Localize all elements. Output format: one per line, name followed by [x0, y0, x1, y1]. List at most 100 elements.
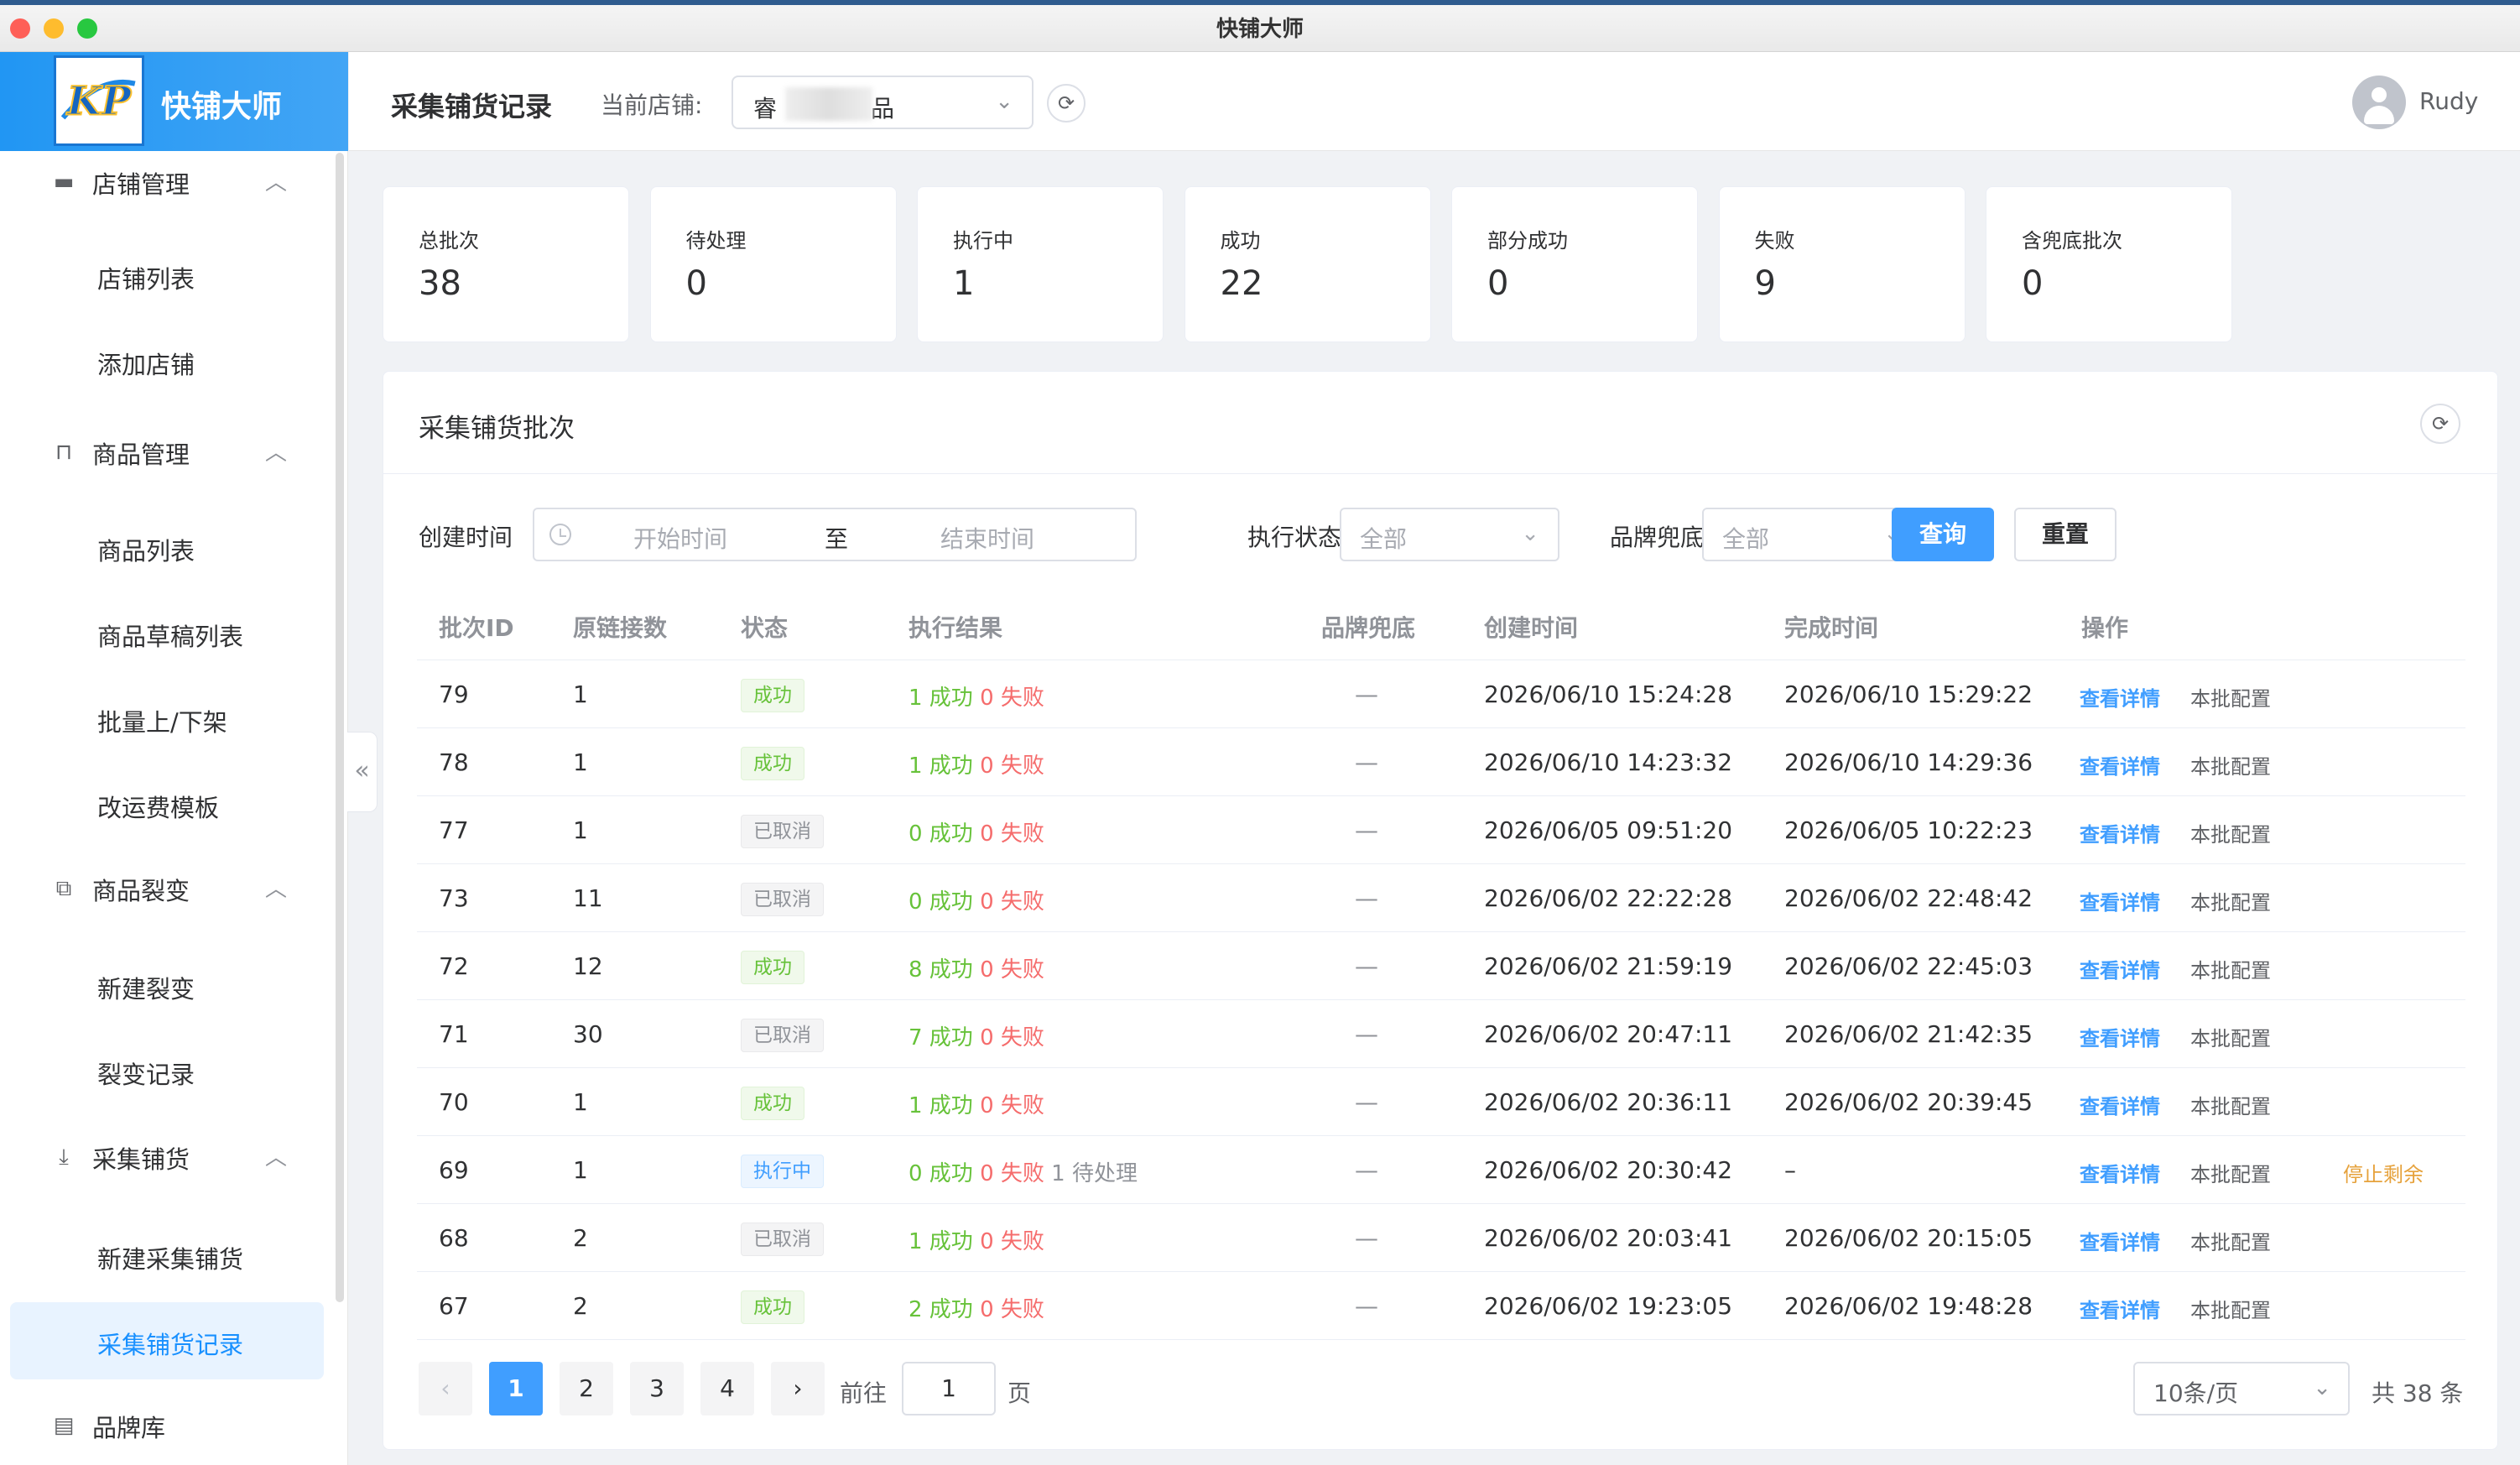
column-header: 批次ID	[439, 614, 514, 642]
sidebar-group-3[interactable]: ⤓ 采集铺货 ︿	[0, 1115, 336, 1199]
batch-config-link[interactable]: 本批配置	[2190, 1158, 2271, 1187]
batch-config-link[interactable]: 本批配置	[2190, 954, 2271, 983]
finished-time-cell: 2026/06/02 22:48:42	[1784, 884, 2033, 912]
view-detail-link[interactable]: 查看详情	[2080, 1022, 2160, 1051]
start-date-input[interactable]: 开始时间	[633, 521, 727, 555]
stat-card: 执行中 1	[917, 186, 1164, 342]
user-name[interactable]: Rudy	[2419, 87, 2478, 115]
result-cell: 1 成功 0 失败	[909, 680, 1044, 712]
view-detail-link[interactable]: 查看详情	[2080, 1158, 2160, 1187]
sidebar-group-0[interactable]: ▬ 店铺管理 ︿	[0, 140, 336, 224]
batch-config-link[interactable]: 本批配置	[2190, 1022, 2271, 1051]
collapse-sidebar-button[interactable]: «	[347, 732, 377, 812]
next-page-button[interactable]: ›	[771, 1362, 825, 1415]
batch-id-cell: 78	[439, 748, 469, 776]
sidebar-group-1[interactable]: ⊓ 商品管理 ︿	[0, 410, 336, 494]
result-cell: 1 成功 0 失败	[909, 1088, 1044, 1119]
finished-time-cell: 2026/06/02 21:42:35	[1784, 1020, 2033, 1048]
sidebar-item[interactable]: 改运费模板	[10, 765, 324, 842]
prev-page-button[interactable]: ‹	[419, 1362, 472, 1415]
user-avatar[interactable]	[2352, 76, 2406, 129]
result-cell: 2 成功 0 失败	[909, 1292, 1044, 1323]
page-button[interactable]: 4	[700, 1362, 754, 1415]
stat-label: 总批次	[419, 229, 479, 253]
result-cell: 8 成功 0 失败	[909, 952, 1044, 983]
status-tag: 成功	[741, 1087, 804, 1120]
finished-time-cell: 2026/06/02 20:15:05	[1784, 1224, 2033, 1252]
sidebar-item[interactable]: 批量上/下架	[10, 680, 324, 757]
stat-card: 含兜底批次 0	[1986, 186, 2232, 342]
svg-text:KP: KP	[65, 78, 133, 124]
end-date-input[interactable]: 结束时间	[940, 521, 1034, 555]
sidebar-item[interactable]: 添加店铺	[10, 322, 324, 399]
view-detail-link[interactable]: 查看详情	[2080, 750, 2160, 779]
refresh-store-button[interactable]: ⟳	[1047, 84, 1086, 123]
table-header: 批次ID 原链接数 状态 执行结果 品牌兜底 创建时间 完成时间 操作	[417, 592, 2465, 660]
page-size-select[interactable]: 10条/页 ⌄	[2133, 1362, 2350, 1415]
view-detail-link[interactable]: 查看详情	[2080, 1090, 2160, 1119]
batch-config-link[interactable]: 本批配置	[2190, 886, 2271, 915]
fail-count: 0 失败	[980, 821, 1044, 847]
sidebar-item[interactable]: 店铺列表	[10, 237, 324, 314]
sidebar-item-label: 商品列表	[97, 537, 195, 566]
titlebar-accent	[0, 0, 2520, 5]
store-icon: ▬	[53, 169, 75, 195]
page-button[interactable]: 1	[489, 1362, 543, 1415]
sidebar-group-4[interactable]: ▤ 品牌库	[0, 1384, 336, 1465]
sidebar-item[interactable]: 新建裂变	[10, 946, 324, 1024]
sidebar-item[interactable]: 裂变记录	[10, 1032, 324, 1109]
view-detail-link[interactable]: 查看详情	[2080, 954, 2160, 983]
batch-config-link[interactable]: 本批配置	[2190, 1090, 2271, 1119]
sidebar-item[interactable]: 商品列表	[10, 508, 324, 586]
view-detail-link[interactable]: 查看详情	[2080, 1294, 2160, 1323]
view-detail-link[interactable]: 查看详情	[2080, 682, 2160, 712]
stat-card: 部分成功 0	[1451, 186, 1698, 342]
stat-card: 总批次 38	[383, 186, 629, 342]
refresh-icon: ⟳	[1057, 91, 1075, 115]
status-filter-select[interactable]: 全部 ⌄	[1340, 508, 1559, 561]
sidebar-group-label: 店铺管理	[92, 170, 190, 199]
sidebar-scrollbar[interactable]	[336, 153, 344, 1302]
finished-time-cell: 2026/06/02 19:48:28	[1784, 1292, 2033, 1320]
brand-header[interactable]: KP 快铺大师	[0, 52, 348, 151]
batch-config-link[interactable]: 本批配置	[2190, 682, 2271, 712]
stat-label: 成功	[1220, 229, 1261, 253]
batch-id-cell: 72	[439, 952, 469, 980]
status-tag: 成功	[741, 951, 804, 984]
batch-config-link[interactable]: 本批配置	[2190, 1226, 2271, 1255]
batch-id-cell: 73	[439, 884, 469, 912]
sidebar-item-label: 裂变记录	[97, 1061, 195, 1089]
created-time-cell: 2026/06/02 20:03:41	[1484, 1224, 1733, 1252]
created-date-range-picker[interactable]: 开始时间 至 结束时间	[533, 508, 1137, 561]
table-row: 72 12 成功 8 成功 0 失败 — 2026/06/02 21:59:19 2026/…	[417, 932, 2465, 1000]
link-count-cell: 30	[573, 1020, 603, 1048]
reset-button[interactable]: 重置	[2014, 508, 2116, 561]
sidebar-item[interactable]: 商品草稿列表	[10, 594, 324, 671]
view-detail-link[interactable]: 查看详情	[2080, 1226, 2160, 1255]
refresh-table-button[interactable]: ⟳	[2420, 404, 2460, 444]
batch-config-link[interactable]: 本批配置	[2190, 818, 2271, 847]
link-count-cell: 1	[573, 748, 588, 776]
view-detail-link[interactable]: 查看详情	[2080, 818, 2160, 847]
page-button[interactable]: 2	[560, 1362, 613, 1415]
page-button[interactable]: 3	[630, 1362, 684, 1415]
store-select[interactable]: 睿品 ⌄	[732, 76, 1034, 129]
batch-config-link[interactable]: 本批配置	[2190, 1294, 2271, 1323]
sidebar-item[interactable]: 新建采集铺货	[10, 1217, 324, 1294]
pending-count: 1 待处理	[1051, 1161, 1138, 1186]
brand-filter-select[interactable]: 全部 ⌄	[1702, 508, 1922, 561]
fail-count: 0 失败	[980, 753, 1044, 779]
result-cell: 0 成功 0 失败	[909, 816, 1044, 847]
table-row: 67 2 成功 2 成功 0 失败 — 2026/06/02 19:23:05 2026/0…	[417, 1272, 2465, 1340]
stop-remaining-link[interactable]: 停止剩余	[2343, 1158, 2424, 1187]
view-detail-link[interactable]: 查看详情	[2080, 886, 2160, 915]
batch-id-cell: 71	[439, 1020, 469, 1048]
batch-config-link[interactable]: 本批配置	[2190, 750, 2271, 779]
goto-page-input[interactable]: 1	[902, 1362, 996, 1415]
sidebar-item[interactable]: 采集铺货记录	[10, 1302, 324, 1379]
sidebar-item-label: 批量上/下架	[97, 708, 227, 737]
query-button[interactable]: 查询	[1892, 508, 1994, 561]
success-count: 7 成功	[909, 1025, 973, 1051]
result-cell: 7 成功 0 失败	[909, 1020, 1044, 1051]
sidebar-group-2[interactable]: ⧉ 商品裂变 ︿	[0, 847, 336, 931]
